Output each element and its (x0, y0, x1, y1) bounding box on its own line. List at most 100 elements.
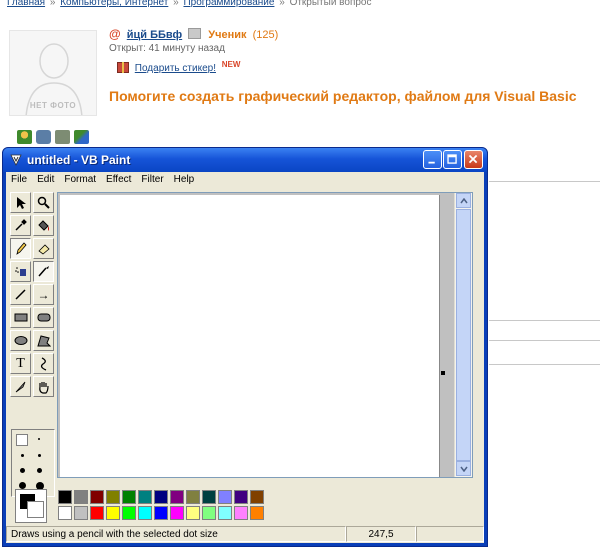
breadcrumb-computers-link[interactable]: Компьютеры, Интернет (60, 0, 168, 8)
color-swatch[interactable] (90, 490, 104, 504)
color-swatch[interactable] (234, 490, 248, 504)
add-friend-icon[interactable] (17, 130, 32, 144)
close-button[interactable] (464, 150, 483, 169)
color-swatch[interactable] (106, 506, 120, 520)
scroll-thumb[interactable] (456, 209, 471, 461)
video-icon[interactable] (55, 130, 70, 144)
action-icons (17, 130, 89, 144)
color-swatch[interactable] (250, 506, 264, 520)
menu-edit[interactable]: Edit (32, 172, 59, 188)
mail-icon[interactable] (188, 28, 202, 39)
dot-size-4[interactable] (20, 468, 25, 473)
curve-icon (40, 356, 46, 371)
airbrush-tool[interactable] (10, 261, 31, 282)
minimize-button[interactable] (423, 150, 442, 169)
fill-tool[interactable] (33, 215, 54, 236)
canvas-resize-handle[interactable] (441, 371, 445, 375)
eyedropper-icon (15, 219, 27, 231)
vb-paint-window: untitled - VB Paint File Edit Format Eff… (2, 147, 488, 547)
dot-size-2[interactable] (21, 454, 24, 457)
menu-bar: File Edit Format Effect Filter Help (6, 172, 484, 188)
text-icon: T (16, 355, 25, 371)
curve-tool[interactable] (33, 353, 54, 374)
breadcrumb-separator: » (49, 0, 56, 8)
color-swatch[interactable] (58, 490, 72, 504)
chevron-down-icon (459, 466, 468, 472)
dot-size-selected[interactable] (16, 434, 28, 446)
rectangle-tool[interactable] (10, 307, 31, 328)
brush-tool[interactable] (33, 261, 54, 282)
eraser-tool[interactable] (33, 238, 54, 259)
color-swatch[interactable] (106, 490, 120, 504)
avatar[interactable]: НЕТ ФОТО (9, 30, 97, 116)
menu-file[interactable]: File (6, 172, 32, 188)
dot-size-1[interactable] (38, 438, 40, 440)
pencil-icon (16, 242, 27, 255)
scroll-down-button[interactable] (456, 461, 471, 476)
color-swatch[interactable] (154, 506, 168, 520)
color-swatch[interactable] (74, 490, 88, 504)
hand-icon (39, 381, 49, 394)
rounded-rectangle-tool[interactable] (33, 307, 54, 328)
window-client: File Edit Format Effect Filter Help → T … (6, 172, 484, 543)
status-coordinates: 247,5 (346, 526, 416, 542)
color-swatch[interactable] (154, 490, 168, 504)
polygon-tool[interactable] (33, 330, 54, 351)
current-colors[interactable] (15, 489, 47, 523)
pencil-tool[interactable] (10, 238, 31, 259)
camera-icon[interactable] (36, 130, 51, 144)
color-swatch[interactable] (138, 506, 152, 520)
pointer-icon (16, 196, 26, 209)
edit-user-icon[interactable] (74, 130, 89, 144)
maximize-icon (447, 154, 457, 164)
arrow-tool[interactable]: → (33, 284, 54, 305)
dot-size-3[interactable] (38, 454, 41, 457)
color-swatch[interactable] (218, 490, 232, 504)
text-tool[interactable]: T (10, 353, 31, 374)
color-swatch[interactable] (218, 506, 232, 520)
color-swatch[interactable] (186, 506, 200, 520)
dot-size-6[interactable] (19, 482, 26, 489)
color-swatch[interactable] (170, 490, 184, 504)
vertical-scrollbar[interactable] (454, 193, 472, 477)
menu-format[interactable]: Format (59, 172, 101, 188)
color-swatch[interactable] (170, 506, 184, 520)
minimize-icon (428, 161, 435, 164)
breadcrumb-separator: » (173, 0, 179, 8)
zoom-tool[interactable] (33, 192, 54, 213)
breadcrumb-current: Открытый вопрос (289, 0, 372, 8)
gift-sticker-link[interactable]: Подарить стикер! (135, 63, 216, 74)
breadcrumb-home-link[interactable]: Главная (7, 0, 45, 8)
color-picker-tool[interactable] (10, 215, 31, 236)
paint-bucket-icon (38, 220, 49, 231)
pan-tool[interactable] (33, 376, 54, 397)
color-swatch[interactable] (234, 506, 248, 520)
color-swatch[interactable] (90, 506, 104, 520)
color-swatch[interactable] (202, 490, 216, 504)
color-swatch[interactable] (122, 506, 136, 520)
menu-effect[interactable]: Effect (101, 172, 136, 188)
color-swatch[interactable] (138, 490, 152, 504)
line-tool[interactable] (10, 284, 31, 305)
color-swatch[interactable] (250, 490, 264, 504)
scroll-up-button[interactable] (456, 193, 471, 208)
drawing-canvas[interactable] (60, 195, 440, 477)
window-titlebar[interactable]: untitled - VB Paint (3, 148, 487, 172)
user-name-link[interactable]: йцй ББвф (127, 29, 182, 41)
menu-help[interactable]: Help (169, 172, 200, 188)
brush-icon (38, 266, 49, 277)
select-tool[interactable] (10, 192, 31, 213)
status-empty-panel (416, 526, 484, 542)
color-swatch[interactable] (186, 490, 200, 504)
color-swatch[interactable] (122, 490, 136, 504)
color-swatch[interactable] (74, 506, 88, 520)
breadcrumb-programming-link[interactable]: Программирование (183, 0, 274, 8)
menu-filter[interactable]: Filter (136, 172, 168, 188)
maximize-button[interactable] (443, 150, 462, 169)
rectangle-icon (14, 313, 27, 322)
color-swatch[interactable] (58, 506, 72, 520)
color-swatch[interactable] (202, 506, 216, 520)
calligraphy-tool[interactable] (10, 376, 31, 397)
dot-size-5[interactable] (37, 468, 42, 473)
ellipse-tool[interactable] (10, 330, 31, 351)
